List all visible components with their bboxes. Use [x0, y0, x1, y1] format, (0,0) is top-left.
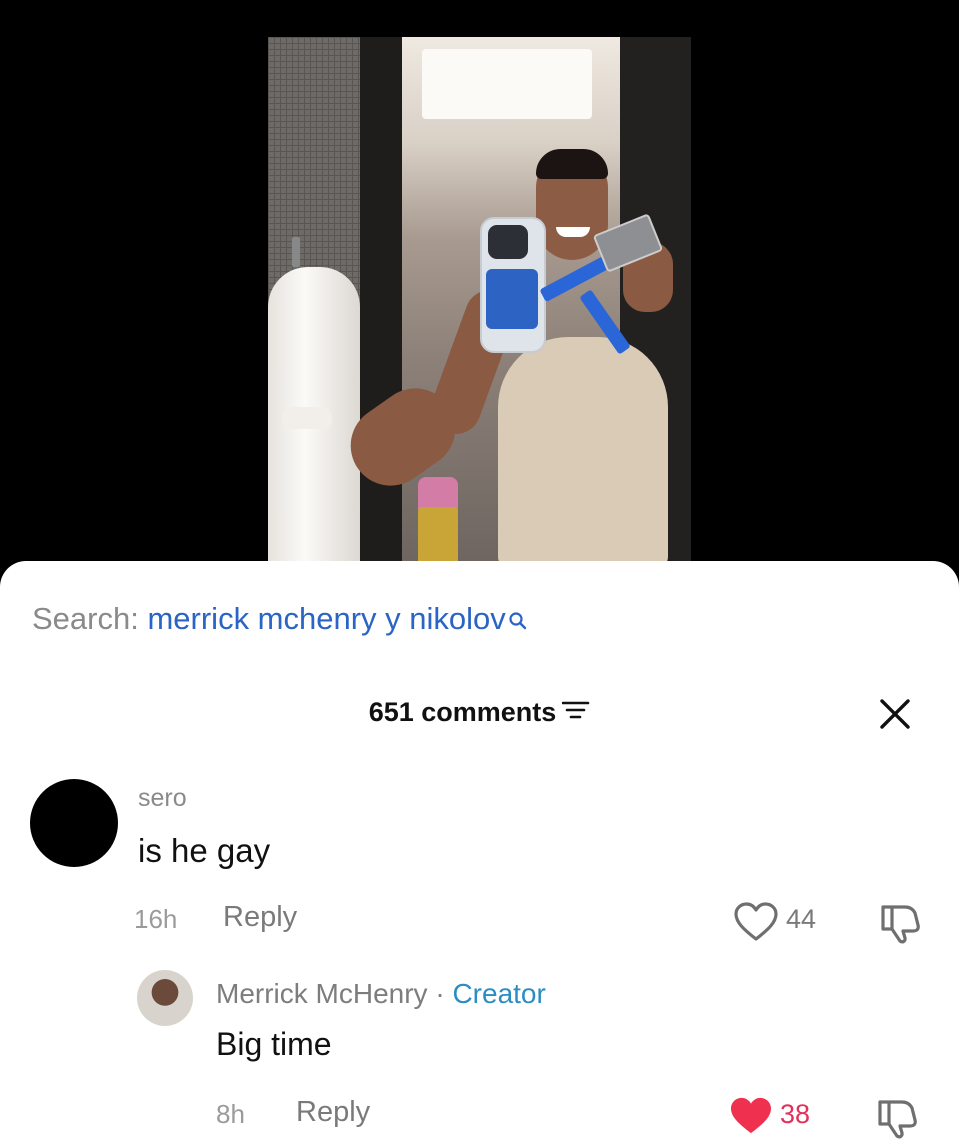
search-prefix: Search:	[32, 601, 139, 636]
search-suggestion[interactable]: Search: merrick mchenry y nikolov	[32, 601, 528, 639]
reply-like-count: 38	[780, 1099, 811, 1129]
like-count: 44	[786, 904, 817, 934]
phone	[480, 217, 546, 353]
person-smile	[556, 227, 590, 237]
reply-button[interactable]: Reply	[223, 901, 297, 934]
comment-username[interactable]: sero	[138, 784, 187, 813]
person-hair	[536, 149, 608, 179]
yellow-bag	[418, 507, 458, 567]
comments-sheet: Search: merrick mchenry y nikolov 651 co…	[0, 561, 959, 1145]
filter-icon[interactable]	[561, 697, 590, 728]
reply-dislike-icon[interactable]	[876, 1096, 918, 1145]
video-area[interactable]	[0, 0, 959, 600]
creator-badge: Creator	[452, 978, 546, 1009]
comment-time: 16h	[134, 904, 178, 934]
comments-header: 651 comments	[0, 696, 959, 736]
video-frame[interactable]	[268, 37, 691, 567]
search-query-link[interactable]: merrick mchenry y nikolov	[147, 601, 505, 636]
phone-card	[486, 269, 538, 329]
reply-username[interactable]: Merrick McHenry	[216, 978, 428, 1009]
phone-camera	[488, 225, 528, 259]
dislike-icon[interactable]	[879, 901, 921, 950]
reply-separator: ·	[435, 978, 445, 1009]
reply-reply-button[interactable]: Reply	[296, 1096, 370, 1129]
close-icon[interactable]	[876, 695, 914, 738]
reply-time: 8h	[216, 1099, 245, 1129]
comments-count: 651 comments	[368, 697, 557, 728]
heart-outline-icon[interactable]	[733, 901, 779, 948]
person-tank-top	[498, 337, 668, 567]
reply-username-line: Merrick McHenry · Creator	[216, 978, 546, 1010]
heart-filled-icon[interactable]	[729, 1096, 773, 1141]
hook	[292, 237, 300, 267]
ceiling-light	[422, 49, 592, 119]
creator-avatar[interactable]	[137, 970, 193, 1026]
bathrobe-belt	[282, 407, 332, 429]
reply-text: Big time	[216, 1026, 332, 1062]
search-icon[interactable]	[508, 603, 528, 639]
dark-pillar	[360, 37, 402, 567]
comment-text: is he gay	[138, 832, 271, 869]
avatar[interactable]	[30, 779, 118, 867]
